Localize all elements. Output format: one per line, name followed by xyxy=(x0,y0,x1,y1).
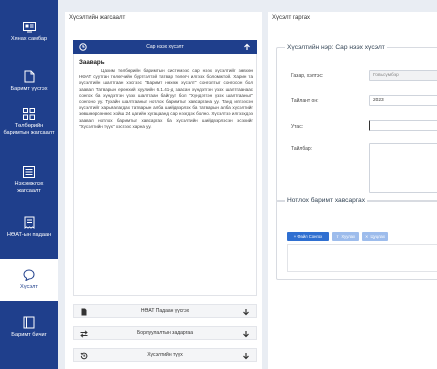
upload-icon: ⇪ xyxy=(335,234,340,239)
upload-button[interactable]: ⇪ Хуулах xyxy=(332,232,359,241)
accordion-sales-breakdown[interactable]: Борлуулалтын задаргаа xyxy=(73,326,257,340)
arrow-down-icon xyxy=(243,331,249,338)
sidebar-item-create-receipt[interactable]: Баримт үүсгэх xyxy=(0,70,58,100)
sidebar-item-documents[interactable]: Баримт бичиг xyxy=(0,316,58,348)
request-legend: Хүсэлтийн нэр: Сар нээх хүсэлт xyxy=(285,44,387,51)
exchange-icon xyxy=(80,330,88,338)
request-list-panel: Хүсэлтийн жагсаалт Сар нээх хүсэлт Заава… xyxy=(65,12,262,369)
sidebar-item-receipt-list[interactable]: Төлбөрийн баримтын жагсаалт xyxy=(0,108,58,152)
cancel-label: Цуцлах xyxy=(370,234,385,239)
department-label: Газар, хэлтэс: xyxy=(291,73,324,79)
report-year-select[interactable]: 2023 xyxy=(369,95,437,106)
phone-field[interactable] xyxy=(369,120,437,131)
description-label: Тайлбар: xyxy=(291,146,313,152)
folder-icon xyxy=(23,316,35,329)
request-form-panel: Хүсэлт гаргах Хүсэлтийн нэр: Сар нээх хү… xyxy=(268,12,437,369)
instruction-title: Зааварь xyxy=(79,59,105,66)
arrow-down-icon xyxy=(243,309,249,316)
accordion-open-month-request[interactable]: Сар нээх хүсэлт xyxy=(73,40,257,54)
request-fieldset: Хүсэлтийн нэр: Сар нээх хүсэлт Газар, хэ… xyxy=(276,44,437,202)
sidebar-item-invoice-list[interactable]: Нэхэмжлэх жагсаалт xyxy=(0,166,58,202)
sidebar-item-vat-invoice[interactable]: НӨАТ-ын падаан xyxy=(0,216,58,248)
chat-icon xyxy=(23,269,35,281)
accordion-label: Сар нээх хүсэлт xyxy=(146,44,184,50)
accordion-label: НӨАТ Падаан үүсгэх xyxy=(140,308,190,314)
panel-title: Хүсэлтийн жагсаалт xyxy=(69,15,126,21)
file-drop-area[interactable] xyxy=(287,244,437,272)
instruction-text: Цахим төлбөрийн баримтын системээс сар н… xyxy=(79,68,253,129)
grid-list-icon xyxy=(23,108,35,120)
document-icon xyxy=(24,70,34,83)
sidebar-item-label: Төлбөрийн баримтын жагсаалт xyxy=(3,123,55,136)
close-icon: ✕ xyxy=(365,234,369,239)
instruction-box: Зааварь Цахим төлбөрийн баримтын системэ… xyxy=(73,54,257,296)
upload-label: Хуулах xyxy=(341,234,356,239)
panel-title: Хүсэлт гаргах xyxy=(272,15,311,21)
sidebar-item-label: НӨАТ-ын падаан xyxy=(6,232,52,238)
history-icon xyxy=(80,352,88,360)
clock-icon xyxy=(79,43,87,51)
sidebar-item-requests[interactable]: Хүсэлт xyxy=(0,259,58,301)
accordion-label: Борлуулалтын задаргаа xyxy=(137,330,193,336)
sidebar-item-label: Хүсэлт xyxy=(20,284,38,290)
accordion-vat-invoice[interactable]: НӨАТ Падаан үүсгэх xyxy=(73,304,257,318)
list-icon xyxy=(23,166,35,178)
choose-file-button[interactable]: + Файл Сонгох xyxy=(287,232,329,241)
sidebar-item-label: Баримт бичиг xyxy=(11,332,47,338)
sidebar: Хянах самбар Баримт үүсгэх Төлбөрийн бар… xyxy=(0,0,58,369)
sidebar-item-label: Хянах самбар xyxy=(10,36,48,42)
sidebar-item-dashboard[interactable]: Хянах самбар xyxy=(0,22,58,52)
department-field: Говьсүмбэр xyxy=(369,70,437,81)
dashboard-icon xyxy=(22,22,36,33)
cancel-button[interactable]: ✕ Цуцлах xyxy=(362,232,388,241)
sidebar-item-label: Нэхэмжлэх жагсаалт xyxy=(14,181,44,194)
phone-label: Утас: xyxy=(291,124,304,130)
attachment-fieldset: Нотлох баримт хавсаргах + Файл Сонгох ⇪ Х… xyxy=(276,197,437,280)
arrow-down-icon xyxy=(243,353,249,360)
file-icon xyxy=(81,308,87,316)
report-year-label: Тайлант он: xyxy=(291,98,319,104)
accordion-request-history[interactable]: Хүсэлтийн түүх xyxy=(73,348,257,362)
arrow-up-icon xyxy=(244,43,250,50)
accordion-label: Хүсэлтийн түүх xyxy=(147,352,183,358)
attachment-legend: Нотлох баримт хавсаргах xyxy=(285,197,368,204)
sidebar-item-label: Баримт үүсгэх xyxy=(10,86,48,92)
receipt-icon xyxy=(24,216,34,229)
description-textarea[interactable] xyxy=(369,143,437,193)
